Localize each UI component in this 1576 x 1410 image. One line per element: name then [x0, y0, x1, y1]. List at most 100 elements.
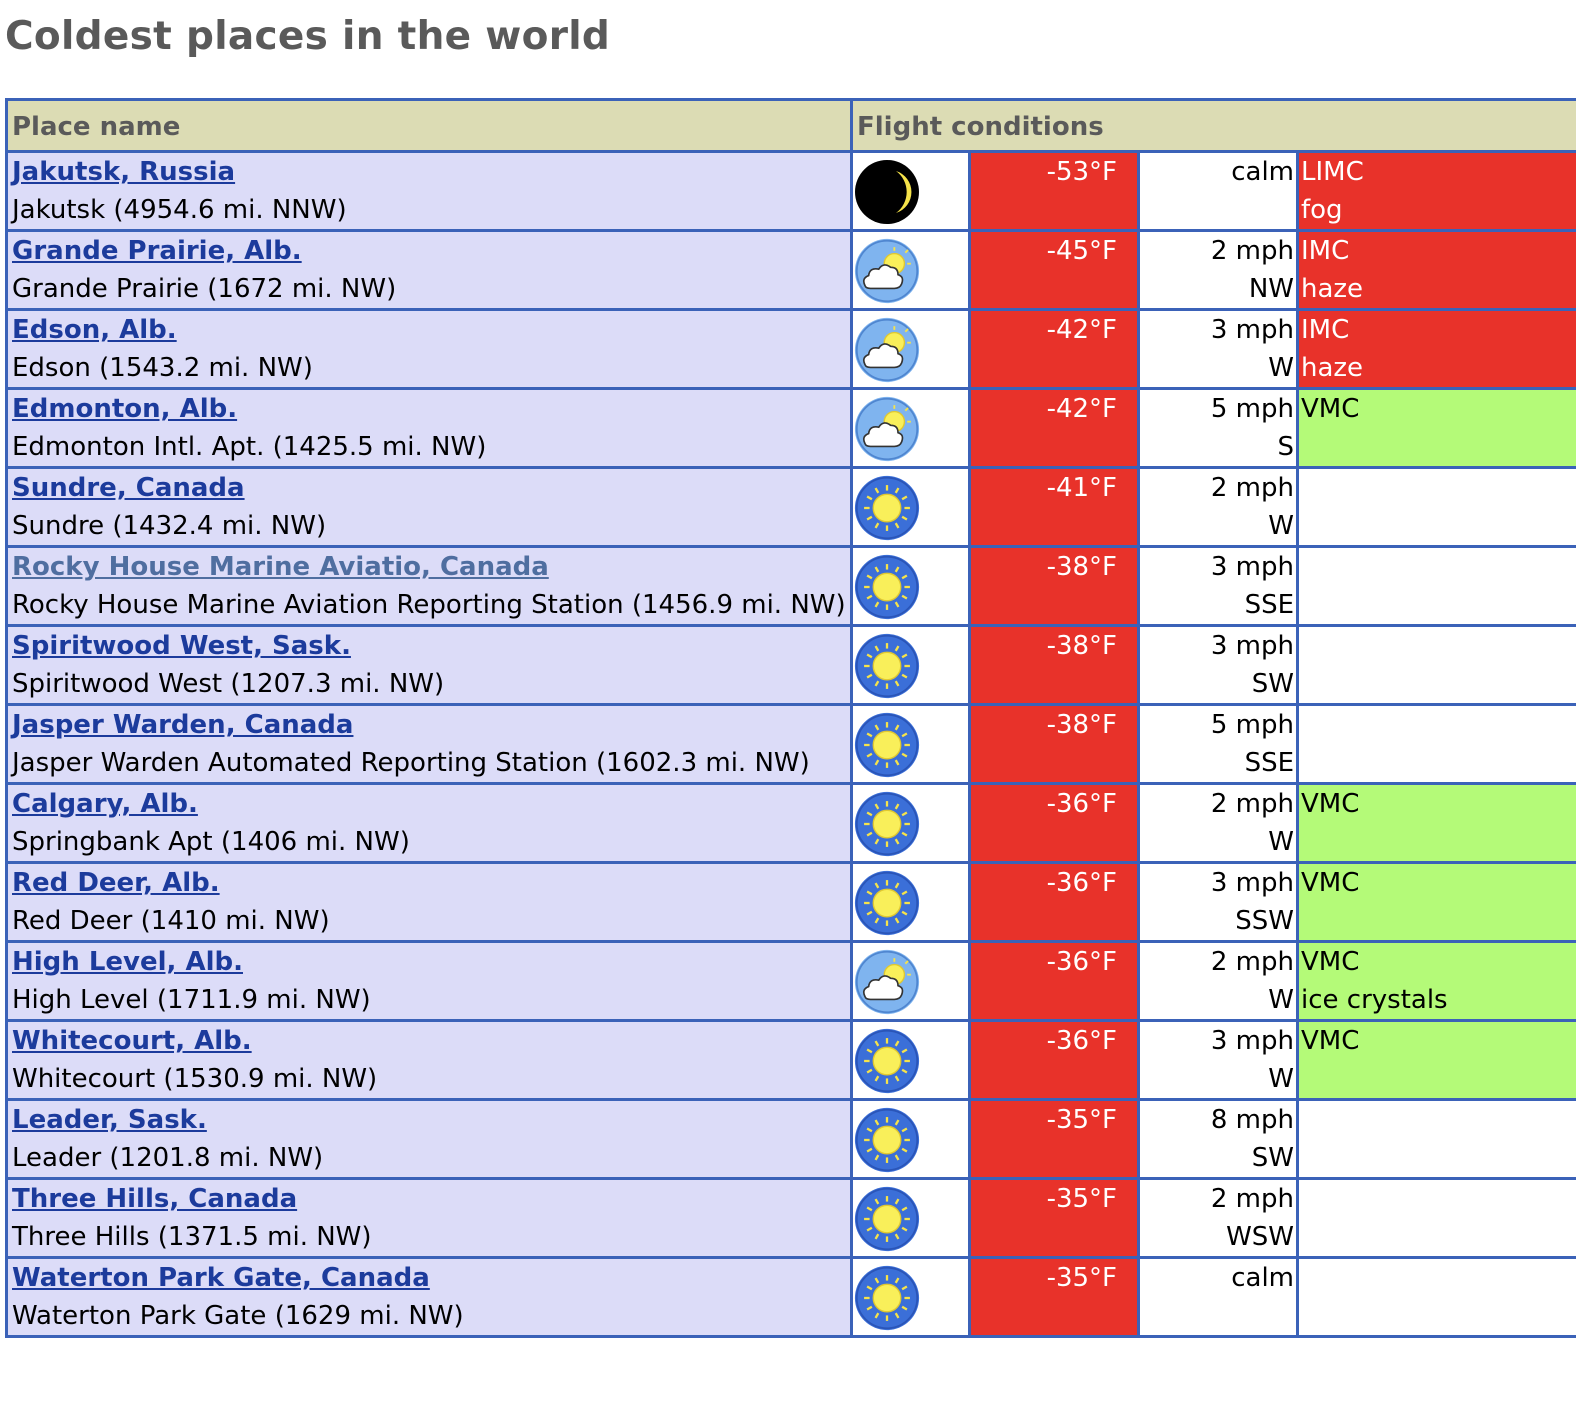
sun-cloud-icon [854, 317, 968, 383]
sun-icon [854, 1265, 968, 1331]
flight-category: VMC [1301, 868, 1360, 898]
table-row: Grande Prairie, Alb. Grande Prairie (167… [8, 232, 1576, 308]
weather-icon-cell [853, 864, 968, 940]
place-link[interactable]: Rocky House Marine Aviatio, Canada [12, 548, 846, 586]
wind-cell: calm [1140, 1259, 1296, 1335]
weather-icon-cell [853, 469, 968, 545]
flight-condition-cell [1299, 1101, 1576, 1177]
station-name: Leader (1201.8 mi. NW) [12, 1143, 324, 1173]
place-link[interactable]: High Level, Alb. [12, 943, 846, 981]
wind-direction: SW [1251, 1143, 1294, 1173]
place-cell: Leader, Sask. Leader (1201.8 mi. NW) [8, 1101, 850, 1177]
wind-direction: WSW [1226, 1222, 1294, 1252]
temperature-cell: -35°F [971, 1259, 1137, 1335]
table-row: Calgary, Alb. Springbank Apt (1406 mi. N… [8, 785, 1576, 861]
place-link[interactable]: Jakutsk, Russia [12, 153, 846, 191]
sun-icon [854, 633, 968, 699]
flight-category: IMC [1301, 236, 1350, 266]
weather-icon-cell [853, 1259, 968, 1335]
sun-cloud-icon [854, 949, 968, 1015]
flight-condition-cell [1299, 1180, 1576, 1256]
place-link[interactable]: Calgary, Alb. [12, 785, 846, 823]
place-cell: Three Hills, Canada Three Hills (1371.5 … [8, 1180, 850, 1256]
sun-icon [854, 554, 968, 620]
flight-condition-cell: VMC [1299, 864, 1576, 940]
wind-cell: 2 mph NW [1140, 232, 1296, 308]
station-name: Waterton Park Gate (1629 mi. NW) [12, 1301, 464, 1331]
wind-speed: calm [1231, 1263, 1294, 1293]
place-link[interactable]: Whitecourt, Alb. [12, 1022, 846, 1060]
place-link[interactable]: Edmonton, Alb. [12, 390, 846, 428]
table-row: Whitecourt, Alb. Whitecourt (1530.9 mi. … [8, 1022, 1576, 1098]
flight-condition-cell [1299, 1259, 1576, 1335]
flight-condition-cell: IMC haze [1299, 232, 1576, 308]
place-link[interactable]: Edson, Alb. [12, 311, 846, 349]
station-name: Sundre (1432.4 mi. NW) [12, 511, 327, 541]
temperature-cell: -42°F [971, 311, 1137, 387]
temperature-cell: -42°F [971, 390, 1137, 466]
wind-cell: 3 mph SW [1140, 627, 1296, 703]
wind-speed: 2 mph [1210, 789, 1294, 819]
flight-category: VMC [1301, 394, 1360, 424]
wind-direction: W [1268, 353, 1294, 383]
wind-speed: 5 mph [1210, 394, 1294, 424]
table-row: Red Deer, Alb. Red Deer (1410 mi. NW) -3… [8, 864, 1576, 940]
sun-icon [854, 712, 968, 778]
wind-speed: 3 mph [1210, 868, 1294, 898]
weather-icon-cell [853, 1101, 968, 1177]
station-name: Whitecourt (1530.9 mi. NW) [12, 1064, 378, 1094]
weather-icon-cell [853, 311, 968, 387]
moon-icon [854, 159, 968, 225]
place-link[interactable]: Jasper Warden, Canada [12, 706, 846, 744]
weather-icon-cell [853, 1022, 968, 1098]
wind-speed: 2 mph [1210, 947, 1294, 977]
header-flight-conditions: Flight conditions [853, 101, 1576, 150]
flight-condition-cell: VMC [1299, 1022, 1576, 1098]
place-link[interactable]: Leader, Sask. [12, 1101, 846, 1139]
table-row: Sundre, Canada Sundre (1432.4 mi. NW) -4… [8, 469, 1576, 545]
wind-cell: 2 mph WSW [1140, 1180, 1296, 1256]
place-link[interactable]: Spiritwood West, Sask. [12, 627, 846, 665]
temperature-cell: -35°F [971, 1180, 1137, 1256]
place-link[interactable]: Waterton Park Gate, Canada [12, 1259, 846, 1297]
wind-direction: SSE [1244, 748, 1294, 778]
place-link[interactable]: Sundre, Canada [12, 469, 846, 507]
flight-condition-cell [1299, 469, 1576, 545]
table-row: Rocky House Marine Aviatio, Canada Rocky… [8, 548, 1576, 624]
wind-speed: 5 mph [1210, 710, 1294, 740]
weather-icon-cell [853, 390, 968, 466]
temperature-cell: -36°F [971, 1022, 1137, 1098]
weather-icon-cell [853, 1180, 968, 1256]
table-row: High Level, Alb. High Level (1711.9 mi. … [8, 943, 1576, 1019]
temperature-cell: -41°F [971, 469, 1137, 545]
wind-cell: 5 mph S [1140, 390, 1296, 466]
place-link[interactable]: Red Deer, Alb. [12, 864, 846, 902]
station-name: High Level (1711.9 mi. NW) [12, 985, 371, 1015]
wind-direction: NW [1248, 274, 1294, 304]
place-link[interactable]: Three Hills, Canada [12, 1180, 846, 1218]
place-cell: Calgary, Alb. Springbank Apt (1406 mi. N… [8, 785, 850, 861]
wind-cell: 2 mph W [1140, 943, 1296, 1019]
place-link[interactable]: Grande Prairie, Alb. [12, 232, 846, 270]
wind-direction: SW [1251, 669, 1294, 699]
flight-condition-cell: IMC haze [1299, 311, 1576, 387]
weather-phenomenon: ice crystals [1301, 985, 1448, 1015]
wind-speed: 2 mph [1210, 236, 1294, 266]
place-cell: Red Deer, Alb. Red Deer (1410 mi. NW) [8, 864, 850, 940]
wind-direction: W [1268, 985, 1294, 1015]
page-title: Coldest places in the world [5, 14, 611, 59]
weather-icon-cell [853, 627, 968, 703]
wind-cell: 2 mph W [1140, 469, 1296, 545]
sun-icon [854, 475, 968, 541]
station-name: Three Hills (1371.5 mi. NW) [12, 1222, 372, 1252]
table-row: Leader, Sask. Leader (1201.8 mi. NW) -35… [8, 1101, 1576, 1177]
flight-condition-cell [1299, 548, 1576, 624]
wind-cell: 5 mph SSE [1140, 706, 1296, 782]
sun-cloud-icon [854, 238, 968, 304]
temperature-cell: -45°F [971, 232, 1137, 308]
flight-condition-cell: VMC ice crystals [1299, 943, 1576, 1019]
weather-icon-cell [853, 706, 968, 782]
flight-condition-cell: LIMC fog [1299, 153, 1576, 229]
header-place-name: Place name [8, 101, 850, 150]
station-name: Jakutsk (4954.6 mi. NNW) [12, 195, 347, 225]
